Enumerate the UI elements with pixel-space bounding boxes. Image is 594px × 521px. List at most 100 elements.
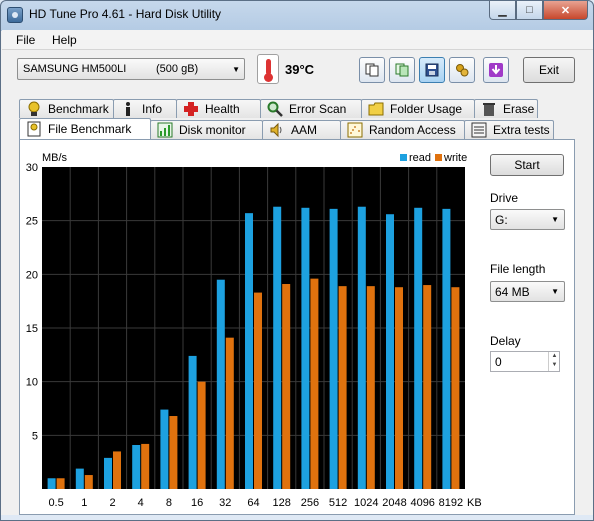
benchmark-chart: MB/s read write 5 10 15 20 25 30 0.5 1 2 4 8 16 32 6… — [26, 152, 482, 509]
bar-write — [254, 292, 262, 489]
bar-read — [357, 206, 366, 490]
x-tick-label: 4096 — [410, 497, 434, 509]
x-tick-label: 1 — [81, 497, 87, 509]
download-button[interactable] — [483, 57, 509, 83]
start-button[interactable]: Start — [490, 154, 564, 176]
tab-aam[interactable]: AAM — [262, 120, 341, 139]
bar-write — [423, 285, 432, 489]
folder-icon — [368, 102, 384, 116]
tab-extra-tests[interactable]: Extra tests — [464, 120, 554, 139]
bar-read — [329, 208, 338, 490]
x-tick-label: 1024 — [354, 497, 378, 509]
info-icon — [126, 102, 130, 116]
delay-stepper[interactable]: 0 ▲ ▼ — [490, 351, 560, 372]
thermometer-icon — [257, 54, 279, 84]
copy-screenshot-button[interactable] — [389, 57, 415, 83]
tabs-bottom-row: File Benchmark Disk monitor AAM Random A… — [19, 118, 554, 139]
delay-spin-buttons: ▲ ▼ — [548, 352, 560, 371]
copy-screenshot-icon — [395, 63, 409, 77]
tab-benchmark[interactable]: Benchmark — [19, 99, 114, 118]
file-length-value: 64 MB — [495, 285, 530, 299]
bar-write — [197, 381, 206, 489]
save-button[interactable] — [419, 57, 445, 83]
random-access-icon — [347, 122, 363, 138]
drive-dropdown[interactable]: G: ▼ — [490, 209, 565, 230]
options-button[interactable] — [449, 57, 475, 83]
bar-read — [301, 207, 310, 489]
menu-bar: File Help — [2, 30, 593, 50]
bar-read — [132, 444, 141, 489]
bar-read — [273, 206, 282, 490]
legend-write-label: write — [443, 152, 467, 164]
tab-info[interactable]: Info — [113, 99, 177, 118]
tab-error-scan[interactable]: Error Scan — [260, 99, 362, 118]
minimize-button[interactable]: ▁ — [489, 1, 516, 20]
maximize-button[interactable]: □ — [516, 1, 543, 20]
bar-read — [245, 213, 253, 490]
title-bar: HD Tune Pro 4.61 - Hard Disk Utility ▁ □… — [1, 1, 593, 29]
x-tick-label: 128 — [273, 497, 291, 509]
bar-read — [216, 279, 225, 489]
drive-value: G: — [495, 213, 508, 227]
file-length-dropdown[interactable]: 64 MB ▼ — [490, 281, 565, 302]
delay-value: 0 — [495, 355, 502, 369]
bar-write — [169, 416, 178, 489]
bar-read — [104, 457, 112, 489]
x-tick-label: 2048 — [382, 497, 406, 509]
tab-health[interactable]: Health — [176, 99, 261, 118]
file-length-label: File length — [490, 262, 546, 276]
exit-button[interactable]: Exit — [523, 57, 575, 83]
window-controls: ▁ □ ✕ — [489, 1, 588, 21]
x-tick-label: 8 — [166, 497, 172, 509]
bar-write — [113, 451, 121, 489]
close-button[interactable]: ✕ — [543, 1, 588, 20]
menu-help[interactable]: Help — [52, 33, 77, 47]
y-tick-label: 30 — [26, 162, 38, 174]
medal-icon — [28, 101, 40, 116]
x-tick-label: 16 — [191, 497, 203, 509]
drive-name: SAMSUNG HM500LI — [23, 63, 127, 75]
bar-write — [56, 478, 65, 489]
speaker-icon — [270, 122, 282, 138]
download-icon — [489, 63, 503, 77]
bar-read — [47, 478, 56, 489]
save-icon — [425, 63, 439, 77]
tab-folder-usage[interactable]: Folder Usage — [361, 99, 475, 118]
spin-down-icon[interactable]: ▼ — [549, 361, 560, 370]
chevron-down-icon: ▼ — [232, 65, 240, 74]
drive-select-dropdown[interactable]: SAMSUNG HM500LI (500 gB) ▼ — [17, 58, 245, 80]
trash-icon — [483, 103, 495, 116]
window-bottom-border — [1, 515, 593, 520]
x-tick-label: 32 — [219, 497, 231, 509]
chart-y-axis-label: MB/s — [42, 152, 68, 164]
y-tick-label: 15 — [26, 323, 38, 335]
tab-file-benchmark[interactable]: File Benchmark — [19, 118, 151, 139]
x-tick-label: 64 — [247, 497, 259, 509]
options-icon — [456, 64, 469, 77]
y-tick-label: 25 — [26, 216, 38, 228]
menu-file[interactable]: File — [16, 33, 35, 47]
magnifier-icon — [267, 101, 283, 117]
x-tick-label: 2 — [109, 497, 115, 509]
copy-info-icon — [365, 63, 379, 77]
extra-tests-icon — [471, 122, 487, 138]
bar-read — [75, 468, 84, 489]
x-tick-label: 4 — [138, 497, 144, 509]
tab-disk-monitor[interactable]: Disk monitor — [150, 120, 263, 139]
tab-random-access[interactable]: Random Access — [340, 120, 465, 139]
file-benchmark-icon — [27, 121, 41, 137]
chart-x-unit-label: KB — [467, 497, 482, 509]
bar-write — [141, 443, 150, 489]
window-title: HD Tune Pro 4.61 - Hard Disk Utility — [29, 7, 222, 21]
legend-read-swatch — [400, 154, 407, 161]
legend-write-swatch — [435, 154, 442, 161]
copy-info-button[interactable] — [359, 57, 385, 83]
tab-erase[interactable]: Erase — [474, 99, 538, 118]
y-tick-label: 5 — [32, 430, 38, 442]
tabs-top-row: Benchmark Info Health Error Scan Folder … — [19, 99, 538, 118]
bar-write — [310, 278, 319, 489]
spin-up-icon[interactable]: ▲ — [549, 352, 560, 361]
bar-write — [338, 286, 347, 489]
bar-write — [84, 475, 93, 489]
chevron-down-icon: ▼ — [551, 287, 559, 296]
